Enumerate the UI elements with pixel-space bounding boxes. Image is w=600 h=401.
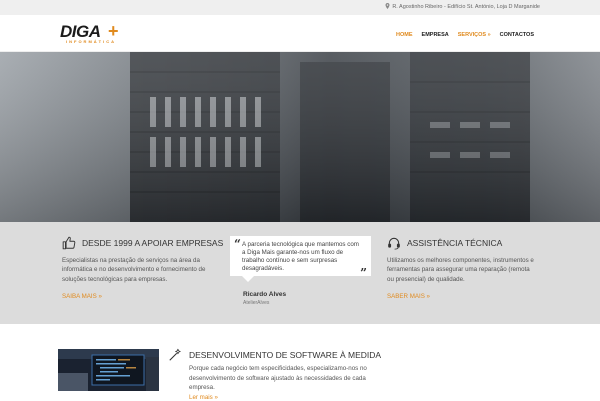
nav-home[interactable]: HOME bbox=[396, 32, 413, 38]
testimonial-box: “ A parceria tecnológica que mantemos co… bbox=[230, 236, 371, 282]
logo-subtitle: INFORMÁTICA bbox=[66, 39, 116, 44]
nav-servicos[interactable]: SERVIÇOS » bbox=[458, 32, 491, 38]
address-label: R. Agostinho Ribeiro - Edifício St. Antó… bbox=[392, 4, 540, 10]
nav-servicos-chevron-icon: » bbox=[487, 32, 491, 38]
feature-since-1999-title: DESDE 1999 A APOIAR EMPRESAS bbox=[82, 238, 224, 248]
service-section: DESENVOLVIMENTO DE SOFTWARE À MEDIDA Por… bbox=[0, 324, 600, 401]
magic-wand-icon bbox=[169, 348, 181, 361]
open-quote-icon: “ bbox=[234, 237, 241, 251]
feature-tech-support: ASSISTÊNCIA TÉCNICA Utilizamos os melhor… bbox=[387, 236, 537, 300]
top-info-bar: R. Agostinho Ribeiro - Edifício St. Antó… bbox=[0, 0, 600, 15]
service-title: DESENVOLVIMENTO DE SOFTWARE À MEDIDA bbox=[189, 350, 382, 360]
saiba-mais-link[interactable]: SAIBA MAIS » bbox=[62, 293, 212, 300]
nav-empresa[interactable]: EMPRESA bbox=[422, 32, 449, 38]
author-company: AtelierAlves bbox=[243, 300, 270, 306]
saber-mais-link[interactable]: SABER MAIS » bbox=[387, 293, 537, 300]
close-quote-icon: ” bbox=[360, 266, 367, 280]
site-logo[interactable]: DIGA + INFORMÁTICA bbox=[60, 21, 122, 46]
headset-icon bbox=[388, 237, 400, 250]
feature-tech-support-text: Utilizamos os melhores componentes, inst… bbox=[387, 257, 534, 283]
feature-tech-support-title: ASSISTÊNCIA TÉCNICA bbox=[407, 238, 503, 248]
nav-contactos[interactable]: CONTACTOS bbox=[500, 32, 534, 38]
testimonial-author: Ricardo Alves AtelierAlves bbox=[243, 291, 286, 306]
thumbs-up-icon bbox=[62, 236, 76, 250]
feature-since-1999-text: Especialistas na prestação de serviços n… bbox=[62, 257, 206, 283]
testimonial-quote: A parceria tecnológica que mantemos com … bbox=[242, 241, 359, 272]
service-text: Porque cada negócio tem especificidades,… bbox=[189, 365, 367, 391]
software-thumbnail-image[interactable] bbox=[58, 349, 159, 391]
hero-banner-image bbox=[0, 52, 600, 222]
site-header: DIGA + INFORMÁTICA HOME EMPRESA SERVIÇOS… bbox=[0, 15, 600, 52]
map-pin-icon bbox=[385, 3, 390, 9]
main-nav: HOME EMPRESA SERVIÇOS » CONTACTOS bbox=[396, 32, 534, 38]
nav-servicos-label: SERVIÇOS bbox=[457, 32, 487, 38]
feature-since-1999: DESDE 1999 A APOIAR EMPRESAS Especialist… bbox=[62, 236, 223, 300]
author-name: Ricardo Alves bbox=[243, 291, 287, 298]
testimonial-pointer bbox=[242, 276, 254, 282]
address-text: R. Agostinho Ribeiro - Edifício St. Antó… bbox=[385, 3, 540, 10]
